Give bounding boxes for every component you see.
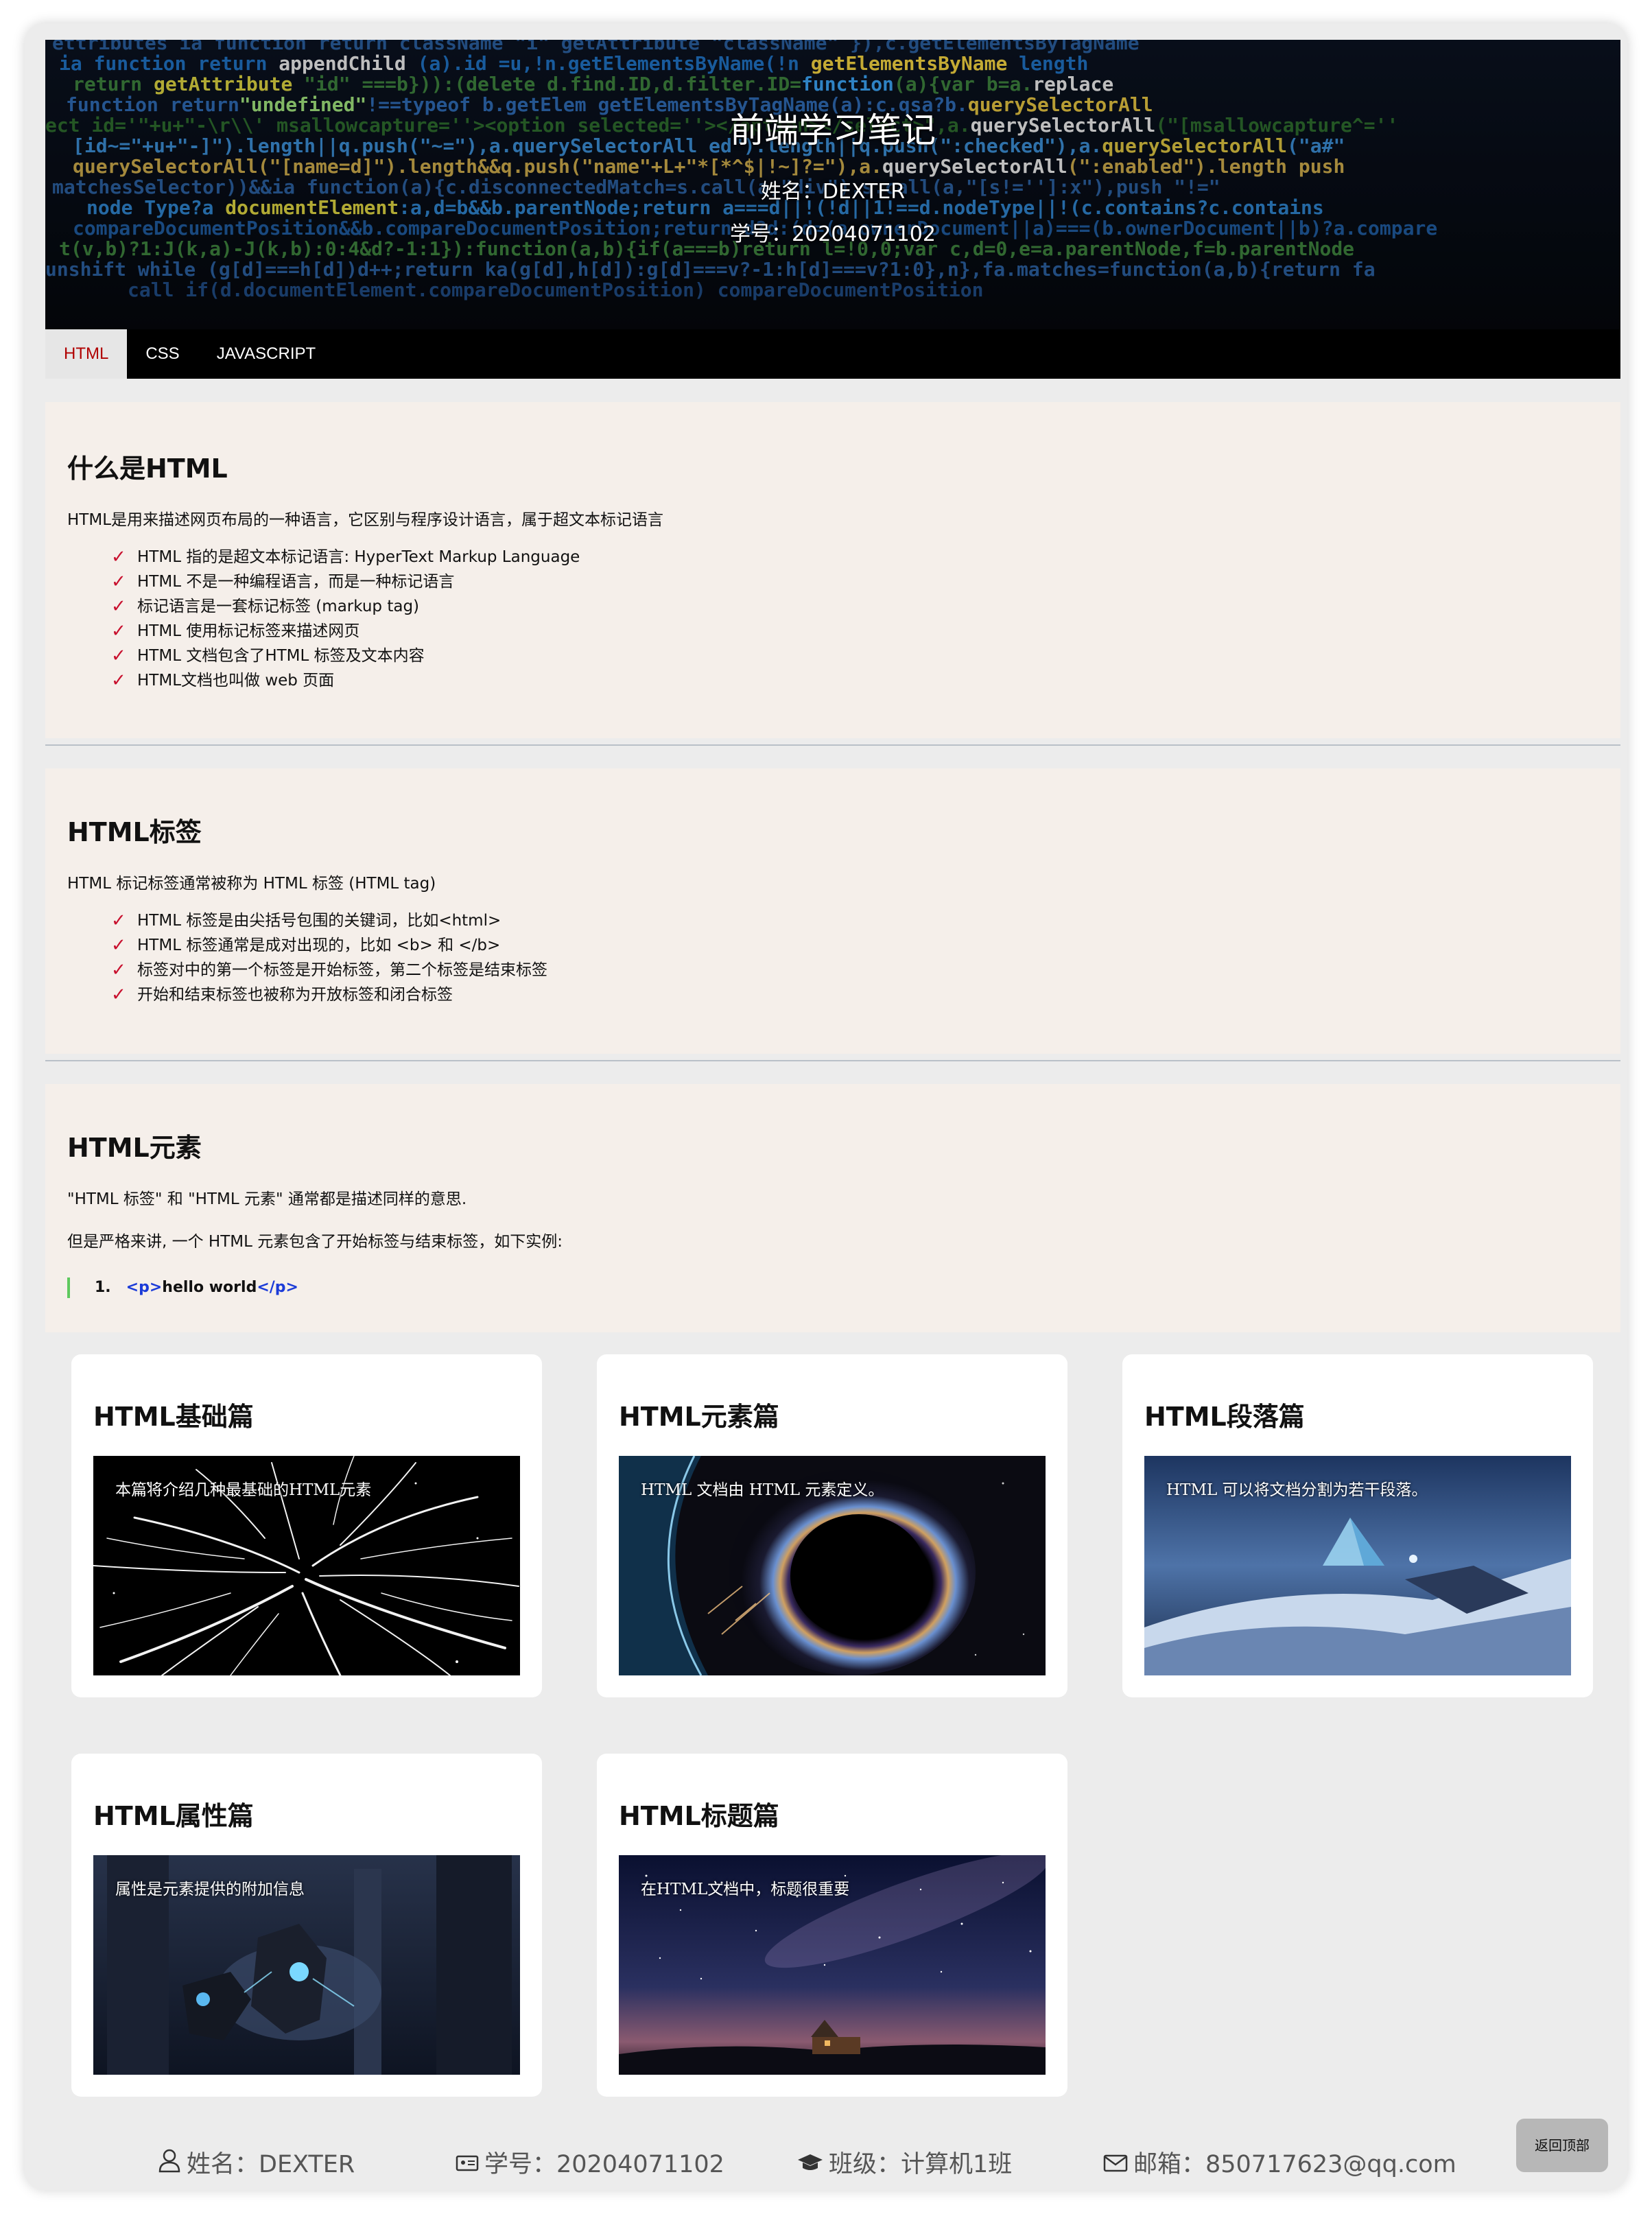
list-item: ✓ HTML文档也叫做 web 页面 bbox=[111, 668, 580, 693]
feature-list: ✓ HTML 标签是由尖括号包围的关键词，比如<html> ✓ HTML 标签通常是… bbox=[111, 908, 547, 1007]
checkmark-icon: ✓ bbox=[111, 935, 126, 956]
card-html-elements[interactable]: HTML元素篇 HTML 文档由 HTML 元素定义。 bbox=[597, 1354, 1067, 1697]
checkmark-icon: ✓ bbox=[111, 572, 126, 592]
code-example: 1. <p>hello world</p> bbox=[67, 1277, 298, 1298]
checkmark-icon: ✓ bbox=[111, 960, 126, 980]
code-open-tag: <p> bbox=[126, 1279, 163, 1296]
section-html-tags: HTML标签 HTML 标记标签通常被称为 HTML 标签 (HTML tag)… bbox=[45, 768, 1620, 1054]
list-item: ✓ HTML 标签是由尖括号包围的关键词，比如<html> bbox=[111, 908, 547, 933]
list-item-text: HTML 指的是超文本标记语言: HyperText Markup Langua… bbox=[137, 548, 580, 566]
card-title: HTML段落篇 bbox=[1144, 1402, 1305, 1432]
list-item: ✓ HTML 不是一种编程语言，而是一种标记语言 bbox=[111, 569, 580, 594]
list-item: ✓ 开始和结束标签也被称为开放标签和闭合标签 bbox=[111, 982, 547, 1007]
section-what-is-html: 什么是HTML HTML是用来描述网页布局的一种语言，它区别与程序设计语言，属于… bbox=[45, 402, 1620, 738]
nav-tab-css[interactable]: CSS bbox=[127, 329, 198, 379]
list-item-text: 标签对中的第一个标签是开始标签，第二个标签是结束标签 bbox=[137, 961, 547, 979]
list-item: ✓ HTML 文档包含了HTML 标签及文本内容 bbox=[111, 644, 580, 668]
card-image-starry-night: 在HTML文档中，标题很重要 bbox=[619, 1855, 1046, 2075]
graduation-cap-icon bbox=[797, 2148, 823, 2182]
author-name: 姓名：DEXTER bbox=[760, 180, 906, 204]
footer-class: 班级：计算机1班 bbox=[797, 2147, 1012, 2182]
section-divider bbox=[45, 1060, 1620, 1061]
checkmark-icon: ✓ bbox=[111, 985, 126, 1005]
feature-list: ✓ HTML 指的是超文本标记语言: HyperText Markup Langu… bbox=[111, 545, 580, 693]
list-item-text: HTML 使用标记标签来描述网页 bbox=[137, 622, 360, 640]
section-title: HTML元素 bbox=[67, 1133, 202, 1163]
list-item: ✓ HTML 使用标记标签来描述网页 bbox=[111, 619, 580, 644]
list-item-text: 开始和结束标签也被称为开放标签和闭合标签 bbox=[137, 986, 453, 1004]
footer-name: 姓名：DEXTER bbox=[158, 2147, 355, 2182]
code-close-tag: </p> bbox=[257, 1279, 298, 1296]
nav-tab-javascript[interactable]: JAVASCRIPT bbox=[198, 329, 334, 379]
card-html-paragraphs[interactable]: HTML段落篇 HTML 可以将文档分割为若干段落。 bbox=[1122, 1354, 1593, 1697]
user-icon bbox=[158, 2148, 181, 2182]
list-item-text: HTML 文档包含了HTML 标签及文本内容 bbox=[137, 647, 425, 665]
banner-text: 前端学习笔记 姓名：DEXTER 学号：20204071102 bbox=[45, 40, 1620, 329]
list-item: ✓ HTML 标签通常是成对出现的，比如 <b> 和 </b> bbox=[111, 933, 547, 958]
footer: 姓名：DEXTER 学号：20204071102 班级：计算机1班 邮箱：850… bbox=[25, 2147, 1627, 2182]
code-text: hello world bbox=[162, 1279, 257, 1296]
footer-student-id-text: 学号：20204071102 bbox=[484, 2151, 724, 2178]
footer-class-text: 班级：计算机1班 bbox=[829, 2151, 1013, 2178]
footer-student-id: 学号：20204071102 bbox=[456, 2147, 724, 2182]
code-line-number: 1. bbox=[95, 1279, 111, 1296]
section-description: "HTML 标签" 和 "HTML 元素" 通常都是描述同样的意思. bbox=[67, 1190, 467, 1208]
top-nav: HTML CSS JAVASCRIPT bbox=[45, 329, 1620, 379]
checkmark-icon: ✓ bbox=[111, 596, 126, 617]
section-title: HTML标签 bbox=[67, 817, 202, 847]
card-image-planet-eclipse: HTML 文档由 HTML 元素定义。 bbox=[619, 1456, 1046, 1675]
section-html-elements: HTML元素 "HTML 标签" 和 "HTML 元素" 通常都是描述同样的意思… bbox=[45, 1084, 1620, 1332]
section-description: HTML是用来描述网页布局的一种语言，它区别与程序设计语言，属于超文本标记语言 bbox=[67, 511, 664, 529]
card-title: HTML元素篇 bbox=[619, 1402, 779, 1432]
section-divider bbox=[45, 744, 1620, 746]
card-title: HTML基础篇 bbox=[93, 1402, 254, 1432]
card-caption: 本篇将介绍几种最基础的HTML元素 bbox=[115, 1481, 372, 1499]
list-item: ✓ 标记语言是一套标记标签 (markup tag) bbox=[111, 594, 580, 619]
page: ettributes ia function return className … bbox=[25, 23, 1627, 2190]
list-item: ✓ 标签对中的第一个标签是开始标签，第二个标签是结束标签 bbox=[111, 958, 547, 982]
site-title: 前端学习笔记 bbox=[730, 110, 936, 150]
checkmark-icon: ✓ bbox=[111, 646, 126, 666]
section-title: 什么是HTML bbox=[67, 454, 228, 484]
list-item-text: HTML 不是一种编程语言，而是一种标记语言 bbox=[137, 573, 455, 591]
mail-icon bbox=[1103, 2148, 1128, 2182]
card-html-attributes[interactable]: HTML属性篇 属性是元素提供的附加信息 bbox=[71, 1754, 542, 2097]
list-item-text: HTML文档也叫做 web 页面 bbox=[137, 672, 335, 690]
id-card-icon bbox=[456, 2148, 479, 2182]
card-caption: HTML 文档由 HTML 元素定义。 bbox=[641, 1481, 884, 1499]
checkmark-icon: ✓ bbox=[111, 670, 126, 691]
card-html-headings[interactable]: HTML标题篇 在HTML文档中，标题很重要 bbox=[597, 1754, 1067, 2097]
card-image-warp-speed: 本篇将介绍几种最基础的HTML元素 bbox=[93, 1456, 520, 1675]
student-id: 学号：20204071102 bbox=[730, 222, 936, 246]
card-caption: HTML 可以将文档分割为若干段落。 bbox=[1166, 1481, 1428, 1499]
list-item-text: HTML 标签是由尖括号包围的关键词，比如<html> bbox=[137, 912, 502, 930]
card-title: HTML标题篇 bbox=[619, 1801, 779, 1831]
back-to-top-button[interactable]: 返回顶部 bbox=[1516, 2119, 1608, 2172]
footer-name-text: 姓名：DEXTER bbox=[187, 2151, 355, 2178]
section-description-2: 但是严格来讲, 一个 HTML 元素包含了开始标签与结束标签，如下实例: bbox=[67, 1233, 563, 1251]
checkmark-icon: ✓ bbox=[111, 547, 126, 567]
list-item: ✓ HTML 指的是超文本标记语言: HyperText Markup Langu… bbox=[111, 545, 580, 569]
footer-email: 邮箱：850717623@qq.com bbox=[1103, 2147, 1456, 2182]
list-item-text: HTML 标签通常是成对出现的，比如 <b> 和 </b> bbox=[137, 937, 501, 954]
list-item-text: 标记语言是一套标记标签 (markup tag) bbox=[137, 598, 420, 615]
card-title: HTML属性篇 bbox=[93, 1801, 254, 1831]
footer-email-text: 邮箱：850717623@qq.com bbox=[1133, 2151, 1456, 2178]
card-caption: 在HTML文档中，标题很重要 bbox=[641, 1881, 850, 1898]
checkmark-icon: ✓ bbox=[111, 910, 126, 931]
card-caption: 属性是元素提供的附加信息 bbox=[115, 1881, 305, 1898]
nav-tab-html[interactable]: HTML bbox=[45, 329, 128, 379]
header-banner: ettributes ia function return className … bbox=[45, 40, 1620, 329]
card-image-robot-fight: 属性是元素提供的附加信息 bbox=[93, 1855, 520, 2075]
card-image-icy-landscape: HTML 可以将文档分割为若干段落。 bbox=[1144, 1456, 1571, 1675]
checkmark-icon: ✓ bbox=[111, 621, 126, 641]
card-html-basics[interactable]: HTML基础篇 本篇将介绍几种最基础的HTML元素 bbox=[71, 1354, 542, 1697]
section-description: HTML 标记标签通常被称为 HTML 标签 (HTML tag) bbox=[67, 875, 436, 893]
